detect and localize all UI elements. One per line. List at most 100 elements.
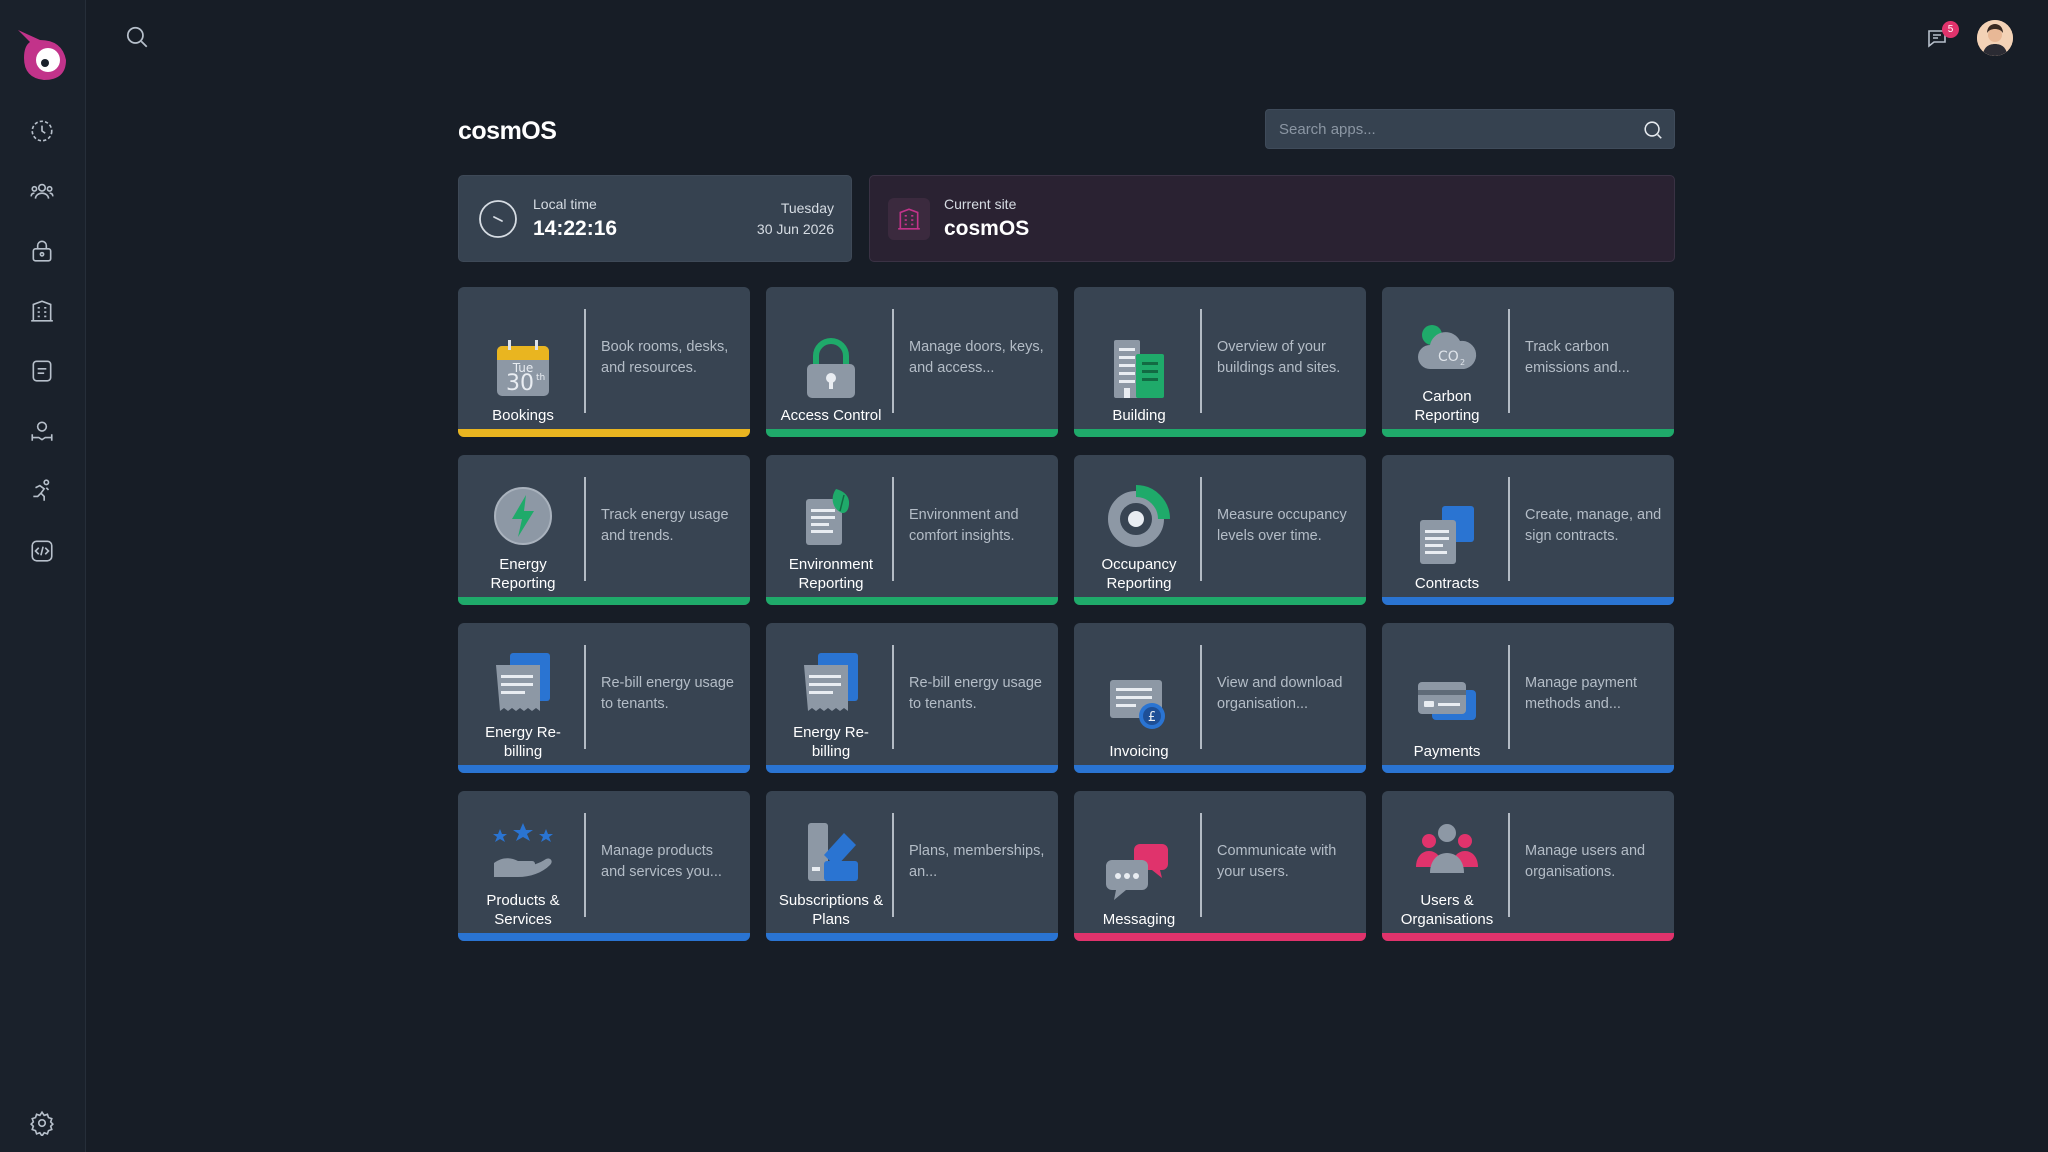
app-card[interactable]: Payments Manage payment methods and... [1382,623,1674,773]
app-name: Payments [1413,743,1481,760]
svg-text:CO: CO [1438,349,1459,365]
search-icon[interactable] [124,24,154,54]
divider [584,309,586,413]
app-name: Building [1112,407,1166,424]
app-identity: Subscriptions & Plans [776,805,886,929]
app-identity: Users & Organisations [1392,805,1502,929]
app-card[interactable]: Environment Reporting Environment and co… [766,455,1058,605]
app-identity: Energy Re-billing [468,637,578,761]
app-identity: Contracts [1392,469,1502,593]
time-label: Local time [533,196,597,212]
app-identity: Environment Reporting [776,469,886,593]
site-value: cosmOS [944,217,1030,240]
app-category-bar [766,933,1058,941]
chat-bubbles-icon [1106,838,1172,910]
search-input[interactable] [1266,110,1674,148]
app-name: Energy Reporting [490,556,556,592]
app-card[interactable]: CO 2 Carbon Reporting Track carbon emissi… [1382,287,1674,437]
receipt-icon [798,651,864,723]
divider [1200,309,1202,413]
history-icon[interactable] [27,116,57,146]
app-name: Subscriptions & Plans [778,892,884,928]
app-card[interactable]: Energy Re-billing Re-bill energy usage t… [766,623,1058,773]
app-card[interactable]: Building Overview of your buildings and … [1074,287,1366,437]
svg-text:2: 2 [1460,358,1465,367]
app-card[interactable]: Messaging Communicate with your users. [1074,791,1366,941]
users-icon[interactable] [27,176,57,206]
app-name: Contracts [1414,575,1480,592]
padlock-icon [798,334,864,406]
cloud-co2-icon: CO 2 [1414,315,1480,387]
avatar[interactable] [1977,20,2013,56]
app-category-bar [1074,429,1366,437]
calendar-icon: Tue 30th [490,334,556,406]
app-identity: Payments [1392,637,1502,761]
logo[interactable] [14,26,72,84]
notifications-button[interactable]: 5 [1925,21,1959,56]
app-identity: Messaging [1084,805,1194,929]
divider [1508,309,1510,413]
building-icon[interactable] [27,296,57,326]
app-name: Invoicing [1109,743,1169,760]
calendar-suffix: th [536,373,545,383]
app-card[interactable]: Subscriptions & Plans Plans, memberships… [766,791,1058,941]
divider [1508,477,1510,581]
app-description: View and download organisation... [1217,675,1343,712]
app-identity: £ Invoicing [1084,637,1194,761]
divider [1508,813,1510,917]
app-card[interactable]: £ Invoicing View and download organisati… [1074,623,1366,773]
divider [892,813,894,917]
divider [892,645,894,749]
app-card[interactable]: Tue 30th Bookings Book rooms, desks, and … [458,287,750,437]
app-identity: Tue 30th Bookings [468,301,578,425]
document-icon[interactable] [27,356,57,386]
leaf-document-icon [798,483,864,555]
people-icon [1414,819,1480,891]
app-card[interactable]: Access Control Manage doors, keys, and a… [766,287,1058,437]
app-card[interactable]: Energy Reporting Track energy usage and … [458,455,750,605]
lock-icon[interactable] [27,236,57,266]
app-name: Energy Re-billing [793,724,869,760]
app-description: Book rooms, desks, and resources. [601,339,729,376]
app-category-bar [458,597,750,605]
app-category-bar [1074,597,1366,605]
app-name: Energy Re-billing [485,724,561,760]
app-description: Overview of your buildings and sites. [1217,339,1341,376]
app-description: Manage users and organisations. [1525,843,1646,880]
app-card[interactable]: Energy Re-billing Re-bill energy usage t… [458,623,750,773]
site-label: Current site [944,196,1017,212]
app-category-bar [458,765,750,773]
calendar-date: 30 [506,371,534,396]
app-description: Manage doors, keys, and access... [909,339,1044,376]
divider [892,477,894,581]
app-identity: Products & Services [468,805,578,929]
app-name: Messaging [1102,911,1176,928]
app-card[interactable]: Users & Organisations Manage users and o… [1382,791,1674,941]
activity-icon[interactable] [27,476,57,506]
search-icon[interactable] [1642,119,1664,141]
svg-text:£: £ [1148,710,1156,725]
app-identity: Building [1084,301,1194,425]
hand-stars-icon [490,819,556,891]
app-category-bar [1382,597,1674,605]
gear-icon[interactable] [29,1110,55,1138]
app-card[interactable]: Contracts Create, manage, and sign contr… [1382,455,1674,605]
code-icon[interactable] [27,536,57,566]
building-icon [888,198,930,240]
support-icon[interactable] [27,416,57,446]
app-card[interactable]: Occupancy Reporting Measure occupancy le… [1074,455,1366,605]
divider [584,477,586,581]
app-category-bar [766,765,1058,773]
app-card[interactable]: Products & Services Manage products and … [458,791,750,941]
date-value: 30 Jun 2026 [756,221,834,237]
lightning-icon [490,483,556,555]
app-description: Re-bill energy usage to tenants. [601,675,734,712]
donut-chart-icon [1106,483,1172,555]
divider [1200,477,1202,581]
app-name: Environment Reporting [788,556,874,592]
day-value: Tuesday [780,200,834,216]
app-identity: CO 2 Carbon Reporting [1392,301,1502,425]
current-site-card[interactable]: Current site cosmOS [869,175,1675,262]
notification-badge: 5 [1942,21,1959,38]
invoice-icon: £ [1106,670,1172,742]
